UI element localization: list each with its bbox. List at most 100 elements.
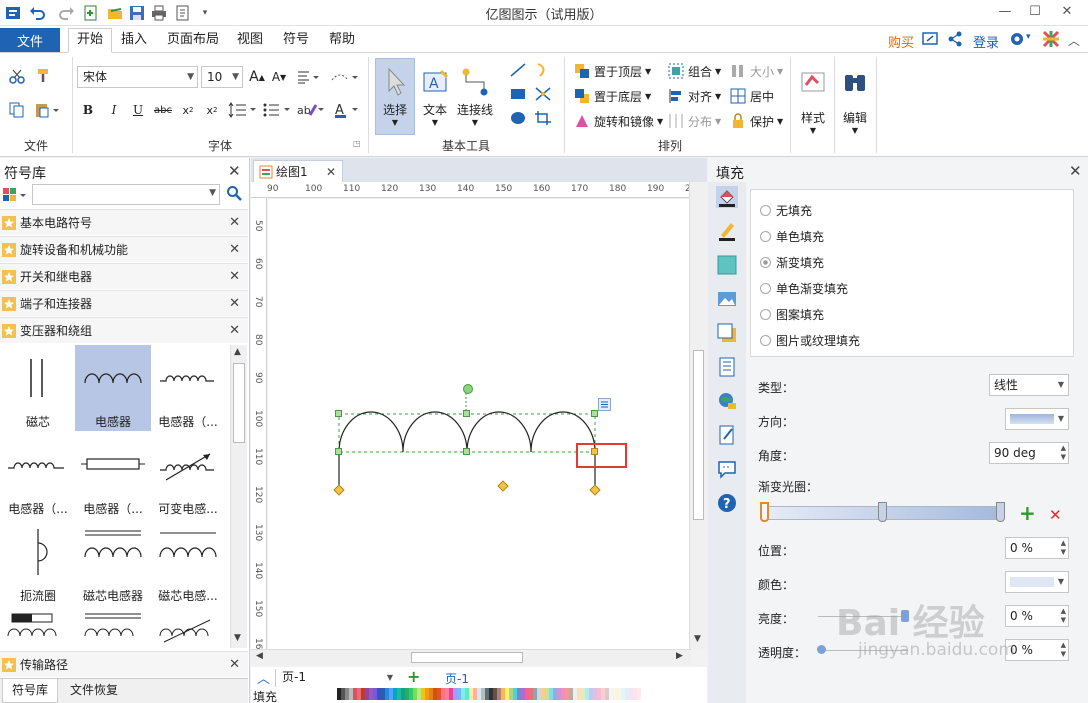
gradient-type-select[interactable]: 线性 ▼ (989, 374, 1069, 396)
cut-icon[interactable] (8, 67, 26, 85)
center-button[interactable]: 居中 (730, 86, 774, 106)
line-spacing-arc-icon[interactable] (330, 67, 360, 87)
close-panel-icon[interactable]: ✕ (228, 162, 241, 180)
group-button[interactable]: 组合 ▼ (668, 61, 721, 81)
text-highlight-icon[interactable]: ab (296, 101, 326, 119)
close-category-icon[interactable]: ✕ (229, 269, 240, 284)
color-palette[interactable] (337, 688, 641, 702)
radio-button[interactable] (760, 335, 771, 346)
angle-spinner[interactable]: 90 deg ▲ ▼ (989, 442, 1069, 464)
close-category-icon[interactable]: ✕ (229, 323, 240, 338)
scroll-down-icon[interactable]: ▼ (694, 634, 701, 644)
fill-bucket-icon[interactable] (716, 186, 738, 208)
radio-button-selected[interactable] (760, 257, 771, 268)
canvas-horizontal-scrollbar[interactable]: ◀ ▶ (251, 649, 691, 665)
ellipse-shape-icon[interactable] (508, 109, 528, 127)
settings-dropdown-icon[interactable]: ▾ (1026, 32, 1031, 42)
library-menu-icon[interactable] (2, 186, 28, 204)
send-to-back-button[interactable]: 置于底层 ▼ (574, 86, 651, 106)
maximize-button[interactable]: ☐ (1020, 0, 1050, 22)
tab-view[interactable]: 视图 (229, 30, 271, 52)
select-tool-button[interactable]: 选择 ▼ (375, 58, 415, 135)
note-edit-icon[interactable] (716, 424, 738, 446)
spinner-arrows-icon[interactable]: ▲ ▼ (1061, 539, 1066, 557)
close-category-icon[interactable]: ✕ (229, 657, 240, 672)
strikethrough-icon[interactable]: abc (153, 101, 173, 119)
minimize-button[interactable]: — (990, 0, 1020, 22)
close-panel-icon[interactable]: ✕ (1069, 162, 1082, 180)
scroll-right-icon[interactable]: ▶ (676, 651, 683, 661)
library-category-row[interactable]: 传输路径 ✕ (0, 651, 248, 677)
paste-icon[interactable] (34, 101, 62, 119)
radio-button[interactable] (760, 231, 771, 242)
symbol-inductor[interactable]: 电感器 (75, 345, 151, 431)
drawing-page[interactable] (268, 199, 689, 649)
tab-page-layout[interactable]: 页面布局 (159, 30, 227, 52)
symbol-core[interactable]: 磁芯 (0, 345, 76, 431)
image-icon[interactable] (716, 288, 738, 310)
scroll-up-icon[interactable]: ▲ (234, 347, 241, 357)
radio-button[interactable] (760, 309, 771, 320)
fill-option-gradient[interactable]: 渐变填充 (760, 254, 824, 271)
gradient-stop-marker[interactable] (878, 502, 887, 522)
position-spinner[interactable]: 0 % ▲ ▼ (1005, 537, 1069, 559)
shadow-swatch-icon[interactable] (716, 254, 738, 276)
shape-menu-icon[interactable] (598, 398, 611, 411)
copy-icon[interactable] (8, 101, 26, 119)
rectangle-shape-icon[interactable] (508, 85, 528, 103)
add-stop-icon[interactable]: + (1019, 503, 1036, 523)
rotate-mirror-button[interactable]: 旋转和镜像 ▼ (574, 111, 663, 131)
library-search-input[interactable]: ▼ (32, 184, 220, 205)
share-screen-icon[interactable] (922, 31, 938, 47)
size-button[interactable]: 大小 ▼ (730, 61, 783, 81)
library-category-row[interactable]: 变压器和绕组 ✕ (0, 317, 248, 343)
fill-option-none[interactable]: 无填充 (760, 202, 812, 219)
symbol-partial[interactable] (150, 606, 226, 648)
gradient-stop-marker[interactable] (996, 502, 1005, 522)
help-icon[interactable]: ? (716, 492, 738, 514)
search-icon[interactable] (226, 185, 242, 201)
font-dialog-launcher-icon[interactable]: ◳ (353, 139, 361, 148)
spinner-arrows-icon[interactable]: ▲ ▼ (1061, 607, 1066, 625)
collapse-ribbon-icon[interactable]: ︿ (1068, 32, 1080, 49)
buy-link[interactable]: 购买 (888, 32, 914, 51)
bold-icon[interactable]: B (80, 101, 96, 119)
library-category-row[interactable]: 旋转设备和机械功能 ✕ (0, 236, 248, 262)
resize-handle[interactable] (335, 448, 342, 455)
subscript-icon[interactable]: x2 (180, 101, 196, 119)
symbol-inductor-variant[interactable]: 电感器（... (150, 345, 226, 431)
delete-stop-icon[interactable]: ✕ (1049, 506, 1062, 524)
close-window-button[interactable]: ✕ (1052, 0, 1082, 22)
file-menu-tab[interactable]: 文件 (0, 28, 60, 52)
radio-button[interactable] (760, 283, 771, 294)
gradient-stop-marker[interactable] (760, 502, 769, 522)
library-category-row[interactable]: 开关和继电器 ✕ (0, 263, 248, 289)
close-category-icon[interactable]: ✕ (229, 296, 240, 311)
stop-color-select[interactable]: ▼ (1005, 571, 1069, 593)
page-tab[interactable]: 页-1 (445, 670, 469, 687)
increase-font-icon[interactable]: A ▲ (248, 67, 266, 87)
library-category-row[interactable]: 端子和连接器 ✕ (0, 290, 248, 316)
scrollbar-thumb[interactable] (411, 652, 523, 663)
transparency-slider-thumb[interactable] (817, 645, 826, 654)
superscript-icon[interactable]: x2 (204, 101, 220, 119)
symbol-inductor-variant[interactable]: 电感器（... (0, 432, 76, 518)
font-size-select[interactable]: 10 ▼ (201, 66, 243, 88)
edit-button[interactable]: 编辑 ▼ (838, 58, 872, 146)
line-pen-icon[interactable] (716, 220, 738, 242)
spinner-arrows-icon[interactable]: ▲ ▼ (1061, 641, 1066, 659)
font-color-icon[interactable]: A (334, 101, 362, 119)
close-category-icon[interactable]: ✕ (229, 215, 240, 230)
scrollbar-thumb[interactable] (693, 350, 704, 520)
fill-option-single-gradient[interactable]: 单色渐变填充 (760, 280, 848, 297)
fill-option-picture[interactable]: 图片或纹理填充 (760, 332, 860, 349)
document-tab[interactable]: 绘图1 ✕ (253, 160, 343, 182)
fill-option-pattern[interactable]: 图案填充 (760, 306, 824, 323)
style-button[interactable]: 样式 ▼ (796, 58, 830, 146)
library-category-row[interactable]: 基本电路符号 ✕ (0, 209, 248, 235)
resize-handle[interactable] (591, 410, 598, 417)
resize-handle[interactable] (335, 410, 342, 417)
distribute-button[interactable]: 分布 ▼ (668, 111, 721, 131)
tab-help[interactable]: 帮助 (321, 30, 363, 52)
comment-icon[interactable] (716, 458, 738, 480)
